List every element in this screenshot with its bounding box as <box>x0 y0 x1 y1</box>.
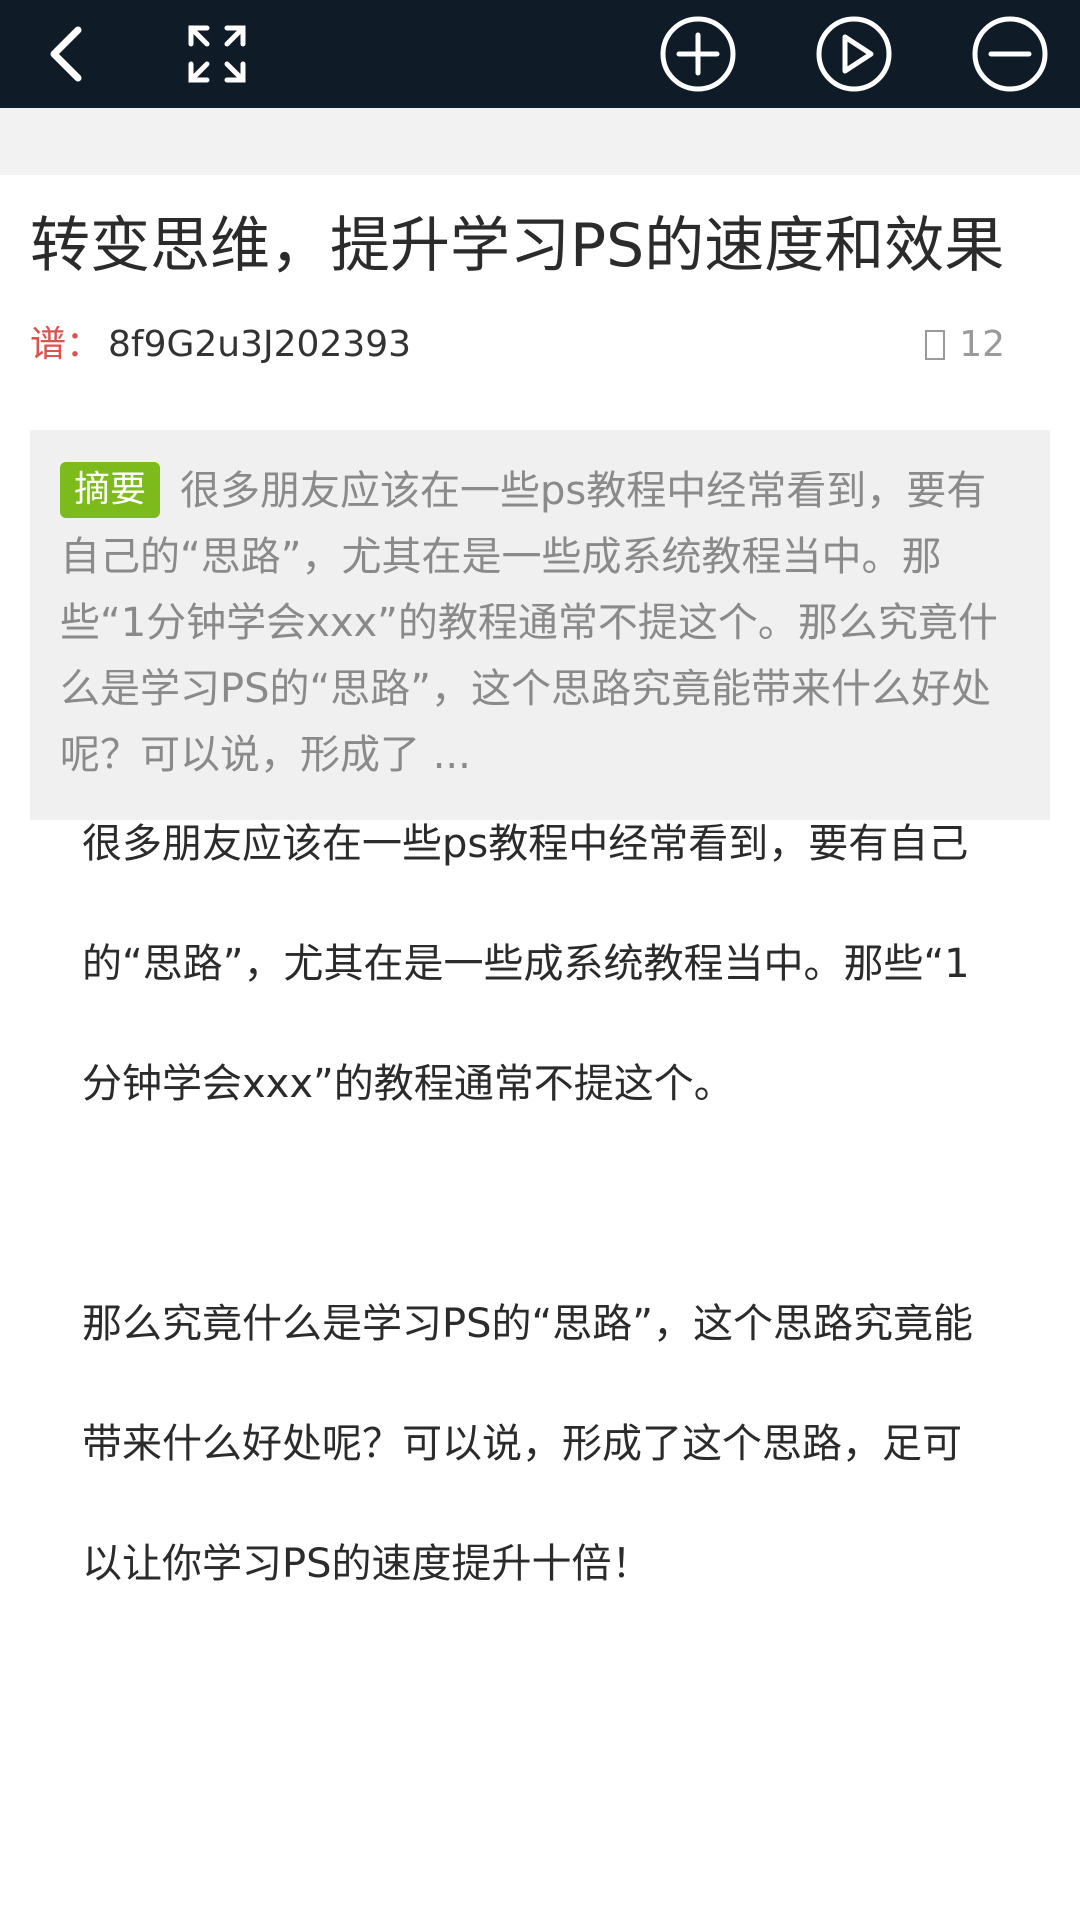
fullscreen-icon[interactable] <box>177 14 257 94</box>
summary-box: 摘要 很多朋友应该在一些ps教程中经常看到，要有自己的“思路”，尤其在是一些成系统… <box>30 430 1050 820</box>
summary-badge: 摘要 <box>60 462 161 518</box>
meta-label: 谱： <box>30 324 103 365</box>
meta-code: 8f9G2u3J202393 <box>108 324 412 365</box>
count-icon <box>925 330 946 360</box>
article-paragraph: 很多朋友应该在一些ps教程中经常看到，要有自己的“思路”，尤其在是一些成系统教程… <box>82 821 970 1107</box>
view-count: 12 <box>925 320 1005 370</box>
article-paragraph: 那么究竟什么是学习PS的“思路”，这个思路究竟能带来什么好处呢？可以说，形成了这… <box>82 1301 973 1587</box>
article-meta: 谱： 8f9G2u3J202393 12 <box>30 320 1020 370</box>
view-count-value: 12 <box>959 324 1005 365</box>
summary-paragraph: 摘要 很多朋友应该在一些ps教程中经常看到，要有自己的“思路”，尤其在是一些成系统… <box>60 458 1020 788</box>
back-icon[interactable] <box>28 14 108 94</box>
top-toolbar <box>0 0 1080 108</box>
article-body: 很多朋友应该在一些ps教程中经常看到，要有自己的“思路”，尤其在是一些成系统教程… <box>82 821 987 1624</box>
play-icon[interactable] <box>814 14 894 94</box>
zoom-in-icon[interactable] <box>658 14 738 94</box>
zoom-out-icon[interactable] <box>970 14 1050 94</box>
article-title: 转变思维，提升学习PS的速度和效果 <box>30 211 1005 281</box>
summary-text: 很多朋友应该在一些ps教程中经常看到，要有自己的“思路”，尤其在是一些成系统教程… <box>60 468 998 778</box>
header-spacer <box>0 108 1080 175</box>
